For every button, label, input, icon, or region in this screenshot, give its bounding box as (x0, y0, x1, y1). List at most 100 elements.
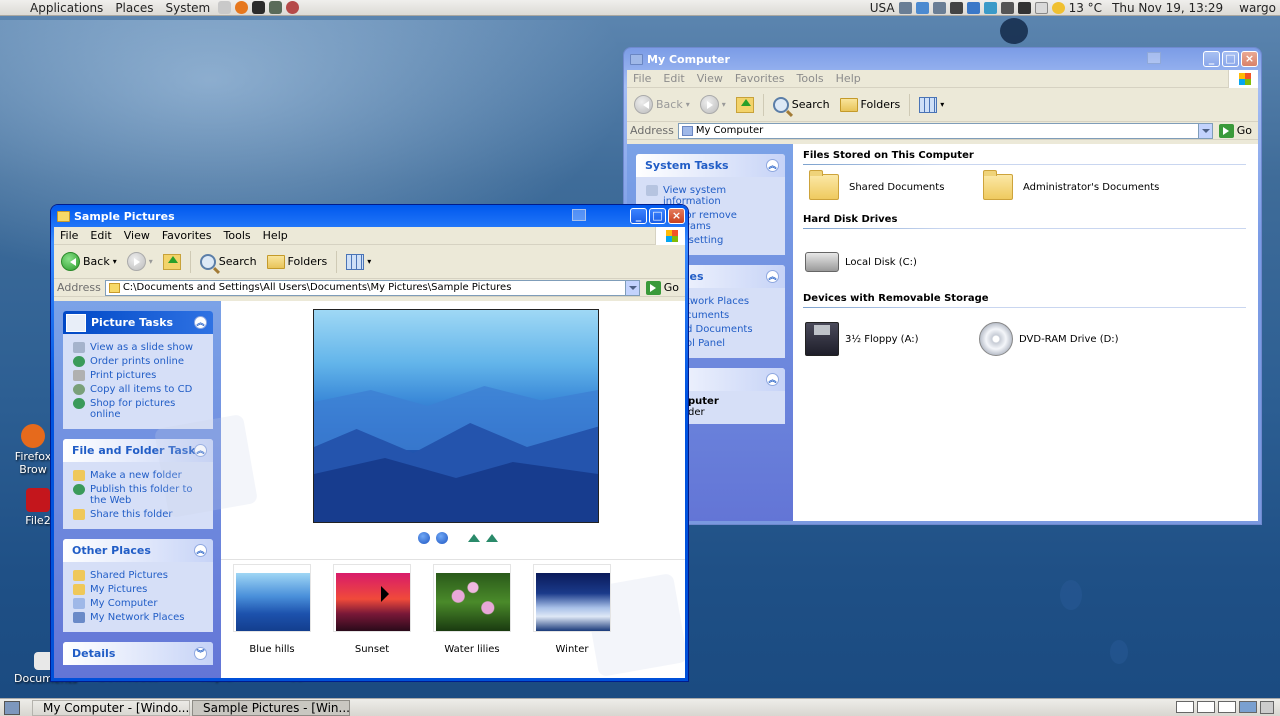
terminal-launcher-icon[interactable] (252, 1, 266, 14)
task-my-computer[interactable]: My Computer - [Windo... (32, 699, 190, 716)
workspace-2[interactable] (1197, 701, 1215, 713)
menu-view[interactable]: View (691, 72, 729, 85)
forward-button[interactable]: ▾ (124, 249, 156, 275)
task-link[interactable]: Copy all items to CD (73, 384, 204, 395)
task-link[interactable]: Order prints online (73, 356, 204, 367)
menu-tools[interactable]: Tools (791, 72, 830, 85)
collapse-icon[interactable]: ︽ (766, 270, 779, 283)
menu-tools[interactable]: Tools (218, 229, 257, 242)
tray-display-icon[interactable] (932, 2, 946, 14)
expand-icon[interactable]: ︾ (194, 647, 207, 660)
tray-mail-icon[interactable] (1034, 2, 1048, 14)
collapse-icon[interactable]: ︽ (766, 373, 779, 386)
thumbnail-winter[interactable] (533, 564, 611, 632)
next-image-icon[interactable] (436, 532, 448, 544)
panel-header[interactable]: System Tasks ︽ (636, 154, 785, 177)
firefox-launcher-icon[interactable] (235, 1, 249, 14)
task-link[interactable]: View system information (646, 185, 776, 207)
local-disk-item[interactable]: Local Disk (C:) (805, 252, 917, 272)
user-name[interactable]: wargo (1239, 1, 1276, 15)
address-input[interactable]: C:\Documents and Settings\All Users\Docu… (104, 279, 640, 296)
task-link[interactable]: Shop for pictures online (73, 398, 204, 420)
workspace-1[interactable] (1176, 701, 1194, 713)
folders-button[interactable]: Folders (264, 249, 331, 275)
help-launcher-icon[interactable] (218, 1, 232, 14)
menu-file[interactable]: File (627, 72, 657, 85)
up-button[interactable] (733, 92, 757, 118)
floppy-item[interactable]: 3½ Floppy (A:) (805, 322, 919, 356)
collapse-icon[interactable]: ︽ (194, 316, 207, 329)
task-link[interactable]: View as a slide show (73, 342, 204, 353)
back-button[interactable]: Back ▾ (58, 249, 120, 275)
forward-button[interactable]: ▾ (697, 92, 729, 118)
rotate-counterclockwise-icon[interactable] (486, 528, 498, 542)
tray-window-icon[interactable] (898, 2, 912, 14)
back-button[interactable]: Back ▾ (631, 92, 693, 118)
image-preview[interactable] (313, 309, 599, 523)
sample-pictures-window[interactable]: Sample Pictures _ □ × File Edit View Fav… (51, 205, 688, 681)
sample-pictures-titlebar[interactable]: Sample Pictures _ □ × (54, 205, 685, 227)
views-button[interactable]: ▾ (916, 92, 947, 118)
go-button[interactable]: Go (1217, 123, 1258, 138)
trash-icon[interactable] (1260, 701, 1274, 714)
my-computer-titlebar[interactable]: My Computer _ □ × (627, 48, 1258, 70)
address-input[interactable]: My Computer (677, 122, 1213, 139)
close-button[interactable]: × (668, 208, 685, 224)
calculator-launcher-icon[interactable] (269, 1, 283, 14)
menu-favorites[interactable]: Favorites (156, 229, 218, 242)
menu-help[interactable]: Help (830, 72, 867, 85)
close-button[interactable]: × (1241, 51, 1258, 67)
rotate-clockwise-icon[interactable] (468, 528, 480, 542)
network-launcher-icon[interactable] (286, 1, 300, 14)
place-link[interactable]: My Pictures (73, 584, 204, 595)
shared-documents-item[interactable]: Shared Documents (809, 170, 944, 200)
workspace-4[interactable] (1239, 701, 1257, 713)
search-button[interactable]: Search (197, 249, 260, 275)
panel-header[interactable]: Details ︾ (63, 642, 213, 665)
minimize-button[interactable]: _ (630, 208, 647, 224)
place-link[interactable]: My Network Places (73, 612, 204, 623)
workspace-switcher[interactable] (1176, 701, 1274, 714)
tray-bluetooth-icon[interactable] (966, 2, 980, 14)
thumbnail-water-lilies[interactable] (433, 564, 511, 632)
tray-volume-icon[interactable] (1000, 2, 1014, 14)
previous-image-icon[interactable] (418, 532, 430, 544)
search-button[interactable]: Search (770, 92, 833, 118)
admin-documents-item[interactable]: Administrator's Documents (983, 170, 1159, 200)
minimize-button[interactable]: _ (1203, 51, 1220, 67)
menu-view[interactable]: View (118, 229, 156, 242)
show-desktop-icon[interactable] (4, 700, 20, 715)
folders-button[interactable]: Folders (837, 92, 904, 118)
menu-file[interactable]: File (54, 229, 84, 242)
tray-update-icon[interactable] (983, 2, 997, 14)
dvd-drive-item[interactable]: DVD-RAM Drive (D:) (979, 322, 1119, 356)
tray-speaker-icon[interactable] (949, 2, 963, 14)
tray-network-icon[interactable] (1017, 2, 1031, 14)
task-link[interactable]: Print pictures (73, 370, 204, 381)
keyboard-layout[interactable]: USA (870, 1, 895, 15)
maximize-button[interactable]: □ (1222, 51, 1239, 67)
go-button[interactable]: Go (644, 280, 685, 295)
places-menu[interactable]: Places (109, 1, 159, 15)
panel-header[interactable]: Other Places ︽ (63, 539, 213, 562)
place-link[interactable]: Shared Pictures (73, 570, 204, 581)
address-dropdown-icon[interactable] (1197, 123, 1212, 138)
menu-edit[interactable]: Edit (84, 229, 117, 242)
system-menu[interactable]: System (159, 1, 216, 15)
clock[interactable]: Thu Nov 19, 13:29 (1112, 1, 1223, 15)
maximize-button[interactable]: □ (649, 208, 666, 224)
up-button[interactable] (160, 249, 184, 275)
panel-header[interactable]: Picture Tasks ︽ (63, 311, 213, 334)
address-dropdown-icon[interactable] (624, 280, 639, 295)
menu-favorites[interactable]: Favorites (729, 72, 791, 85)
thumbnail-blue-hills[interactable] (233, 564, 311, 632)
applications-menu[interactable]: Applications (0, 1, 109, 15)
collapse-icon[interactable]: ︽ (766, 159, 779, 172)
place-link[interactable]: My Computer (73, 598, 204, 609)
menu-help[interactable]: Help (257, 229, 294, 242)
workspace-3[interactable] (1218, 701, 1236, 713)
collapse-icon[interactable]: ︽ (194, 544, 207, 557)
views-button[interactable]: ▾ (343, 249, 374, 275)
menu-edit[interactable]: Edit (657, 72, 690, 85)
tray-monitor-icon[interactable] (915, 2, 929, 14)
